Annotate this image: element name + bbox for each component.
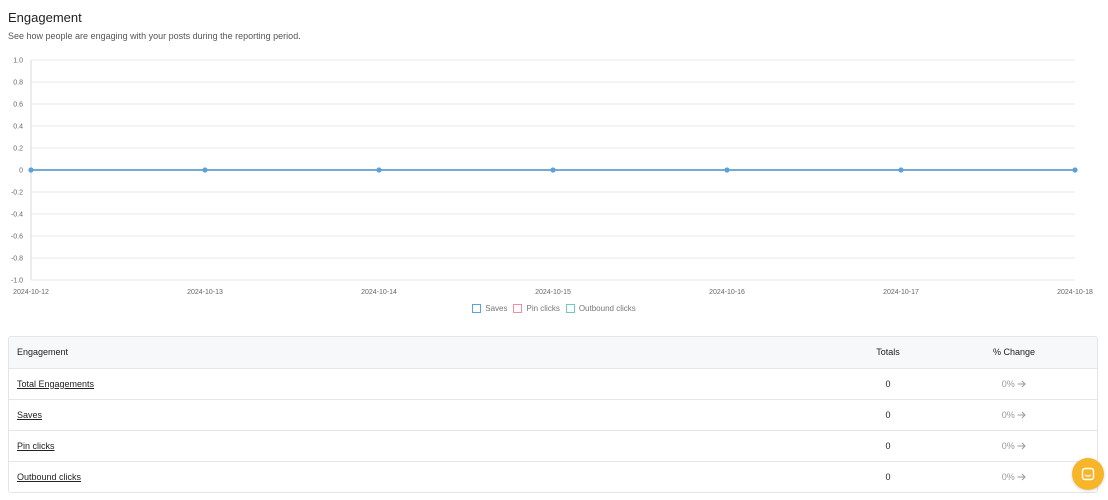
engagement-line-chart: 1.0 0.8 0.6 0.4 0.2 0 -0.2 -0.4 -0.6 -0.8 -1.0 2024…: [11, 58, 1093, 297]
arrow-right-icon: [1017, 442, 1026, 449]
arrow-right-icon: [1017, 473, 1026, 481]
engagement-metric-link[interactable]: Outbound clicks: [17, 472, 81, 482]
y-tick-label: -0.4: [11, 212, 23, 219]
metric-total: 0: [885, 409, 891, 420]
metric-change: 0%: [931, 368, 1097, 399]
table-row: Total Engagements 0 0%: [9, 368, 1097, 399]
metric-change-value: 0%: [1001, 471, 1015, 482]
metric-total: 0: [885, 471, 891, 482]
legend-item[interactable]: Outbound clicks: [565, 304, 636, 313]
col-header-change: % Change: [992, 347, 1036, 358]
data-point: [550, 167, 556, 173]
data-point: [376, 167, 382, 173]
col-header-engagement: Engagement: [17, 347, 69, 358]
metric-change: 0%: [931, 399, 1097, 430]
x-tick-label: 2024-10-15: [535, 289, 571, 296]
data-point: [28, 167, 34, 173]
metric-change-value: 0%: [1001, 440, 1015, 451]
chat-bubble-icon: [1081, 467, 1095, 481]
y-tick-label: 0.8: [13, 80, 23, 87]
engagement-metric-link[interactable]: Pin clicks: [17, 441, 55, 451]
x-tick-label: 2024-10-13: [187, 289, 223, 296]
table-row: Pin clicks 0 0%: [9, 430, 1097, 461]
y-tick-label: 0.2: [13, 146, 23, 153]
y-tick-label: 1.0: [13, 58, 23, 65]
page-title: Engagement: [8, 10, 82, 25]
x-tick-label: 2024-10-16: [709, 289, 745, 296]
col-header-totals: Totals: [876, 347, 900, 358]
engagement-metric-link[interactable]: Saves: [17, 410, 42, 420]
arrow-right-icon: [1017, 380, 1026, 387]
data-point: [724, 167, 730, 173]
legend-label: Pin clicks: [526, 304, 560, 313]
engagement-metric-link[interactable]: Total Engagements: [17, 379, 94, 389]
table-row: Saves 0 0%: [9, 399, 1097, 430]
chart-legend: Saves Pin clicks Outbound clicks: [0, 304, 1108, 315]
x-tick-label: 2024-10-12: [13, 289, 49, 296]
legend-label: Saves: [485, 304, 508, 313]
page-subtitle: See how people are engaging with your po…: [8, 31, 301, 41]
y-tick-label: 0.6: [13, 102, 23, 109]
data-point: [202, 167, 208, 173]
legend-swatch: [513, 304, 523, 313]
chat-button[interactable]: [1072, 458, 1104, 490]
x-tick-label: 2024-10-18: [1057, 289, 1093, 296]
metric-change: 0%: [931, 430, 1097, 461]
metric-change-value: 0%: [1001, 378, 1015, 389]
legend-item[interactable]: Pin clicks: [513, 304, 560, 313]
legend-swatch: [565, 304, 575, 313]
y-tick-label: 0.4: [13, 124, 23, 131]
metric-change-value: 0%: [1001, 409, 1015, 420]
y-tick-label: -1.0: [11, 278, 23, 285]
y-tick-label: 0: [19, 168, 23, 175]
x-tick-label: 2024-10-14: [361, 289, 397, 296]
data-point: [898, 167, 904, 173]
metric-total: 0: [885, 378, 891, 389]
metric-total: 0: [885, 440, 891, 451]
engagement-table: Engagement Totals % Change Total Engagem…: [8, 336, 1098, 493]
legend-item[interactable]: Saves: [472, 304, 507, 313]
y-tick-label: -0.2: [11, 190, 23, 197]
data-point: [1072, 167, 1078, 173]
y-tick-label: -0.6: [11, 234, 23, 241]
table-row: Outbound clicks 0 0%: [9, 461, 1097, 492]
x-tick-label: 2024-10-17: [883, 289, 919, 296]
legend-swatch: [472, 304, 482, 313]
arrow-right-icon: [1017, 411, 1026, 418]
table-header-row: Engagement Totals % Change: [9, 337, 1097, 368]
legend-label: Outbound clicks: [578, 304, 636, 313]
section-header: Engagement See how people are engaging w…: [8, 10, 301, 41]
y-tick-label: -0.8: [11, 256, 23, 263]
